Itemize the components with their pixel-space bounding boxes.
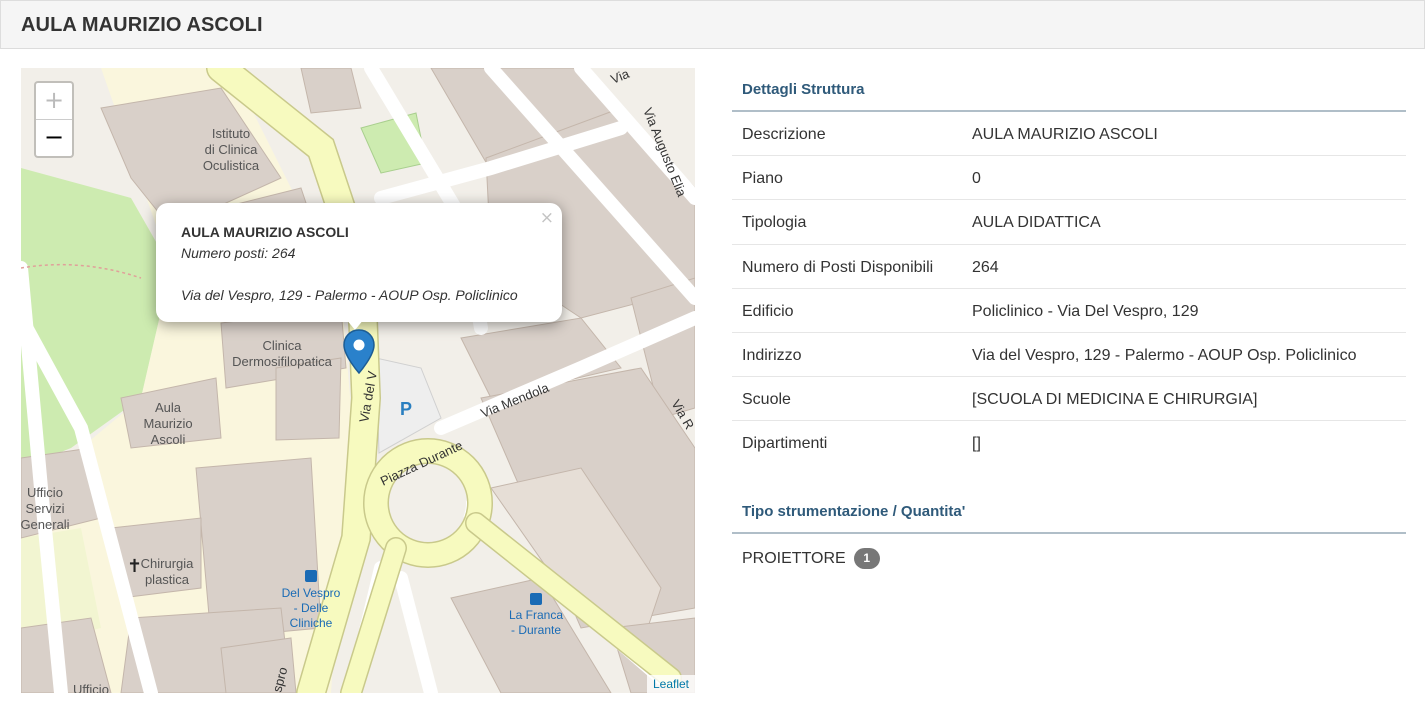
row-value: [SCUOLA DI MEDICINA E CHIRURGIA] [972, 391, 1258, 409]
popup-close-icon[interactable]: × [540, 208, 554, 228]
row-key: Dipartimenti [742, 435, 828, 453]
row-key: Descrizione [742, 126, 826, 143]
row-key: Indirizzo [742, 346, 802, 364]
instruments-panel: Tipo strumentazione / Quantita' [732, 490, 1406, 534]
instrument-name: PROIETTORE [742, 549, 846, 567]
table-row: Scuole [SCUOLA DI MEDICINA E CHIRURGIA] [732, 377, 1406, 422]
zoom-control: + − [34, 81, 74, 158]
map-tiles[interactable]: Istituto di Clinica Oculistica Clinica D… [21, 68, 695, 693]
details-panel: Dettagli Struttura Descrizione AULA MAURI… [732, 68, 1406, 466]
row-key: Numero di Posti Disponibili [742, 258, 934, 276]
details-table: Descrizione AULA MAURIZIO ASCOLI Piano 0 Tip… [732, 112, 1406, 466]
label-clinica: Clinica [262, 338, 302, 353]
details-section-title: Dettagli Struttura [732, 68, 1406, 112]
label-chirurgia: Chirurgia [141, 556, 195, 571]
parking-icon: P [400, 399, 412, 419]
popup-title: AULA MAURIZIO ASCOLI [181, 224, 349, 240]
popup-seats: Numero posti: 264 [181, 245, 296, 261]
table-row: Dipartimenti [] [732, 421, 1406, 465]
label-servizi: Servizi [25, 501, 64, 516]
row-key: Edificio [742, 302, 794, 320]
map[interactable]: Istituto di Clinica Oculistica Clinica D… [21, 68, 695, 693]
instrument-item: PROIETTORE 1 [742, 548, 880, 569]
row-value: 0 [972, 170, 981, 188]
label-oculistica: Oculistica [203, 158, 260, 173]
table-row: Numero di Posti Disponibili 264 [732, 245, 1406, 289]
label-dermosifilopatica: Dermosifilopatica [232, 354, 332, 369]
table-row: Piano 0 [732, 156, 1406, 201]
bus-stop-icon-2 [530, 593, 542, 605]
label-di-clinica: di Clinica [205, 142, 259, 157]
label-del-vespro: Del Vespro [282, 586, 341, 600]
label-istituto: Istituto [212, 126, 250, 141]
label-ufficio-bottom: Ufficio [73, 682, 109, 693]
leaflet-link[interactable]: Leaflet [653, 677, 689, 691]
church-icon: ✝ [127, 556, 142, 577]
label-maurizio: Maurizio [143, 416, 192, 431]
row-value: 264 [972, 258, 999, 276]
map-attribution: Leaflet [646, 675, 695, 693]
popup-address: Via del Vespro, 129 - Palermo - AOUP Osp… [181, 287, 518, 303]
row-value: Policlinico - Via Del Vespro, 129 [972, 302, 1199, 320]
table-row: Indirizzo Via del Vespro, 129 - Palermo -… [732, 333, 1406, 378]
page-title: AULA MAURIZIO ASCOLI [21, 14, 263, 36]
label-ufficio: Ufficio [27, 485, 63, 500]
row-key: Piano [742, 170, 783, 188]
row-key: Tipologia [742, 214, 807, 232]
table-row: Descrizione AULA MAURIZIO ASCOLI [732, 112, 1406, 157]
map-popup: × AULA MAURIZIO ASCOLI Numero posti: 264… [156, 203, 562, 330]
zoom-in-button[interactable]: + [36, 83, 72, 119]
instruments-section-title: Tipo strumentazione / Quantita' [732, 490, 1406, 534]
bus-stop-icon [305, 570, 317, 582]
instrument-qty-badge: 1 [853, 548, 880, 569]
label-plastica: plastica [145, 572, 190, 587]
label-cliniche: Cliniche [290, 616, 333, 630]
row-key: Scuole [742, 391, 791, 409]
label-la-franca: La Franca [509, 608, 563, 622]
zoom-out-button[interactable]: − [36, 120, 72, 156]
row-value: [] [972, 435, 981, 453]
table-row: Edificio Policlinico - Via Del Vespro, 12… [732, 289, 1406, 333]
row-value: AULA MAURIZIO ASCOLI [972, 126, 1158, 143]
page-header: AULA MAURIZIO ASCOLI [0, 0, 1425, 49]
row-value: AULA DIDATTICA [972, 214, 1101, 232]
label-generali: Generali [21, 517, 70, 532]
table-row: Tipologia AULA DIDATTICA [732, 200, 1406, 245]
label-aula: Aula [155, 400, 182, 415]
row-value: Via del Vespro, 129 - Palermo - AOUP Osp… [972, 346, 1357, 364]
label-ascoli: Ascoli [151, 432, 186, 447]
label-delle: - Delle [294, 601, 329, 615]
location-marker-icon[interactable] [343, 329, 375, 379]
label-durante: - Durante [511, 623, 561, 637]
